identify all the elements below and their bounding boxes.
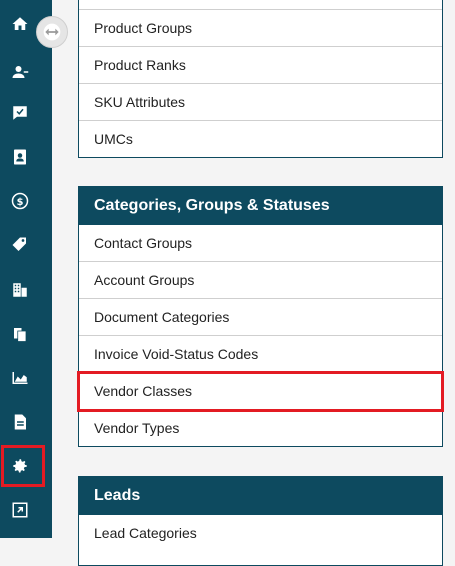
documents-icon[interactable] — [8, 322, 32, 346]
vendor-classes-highlight — [77, 371, 444, 412]
file-icon[interactable] — [8, 410, 32, 434]
list-item-vendor-types[interactable]: Vendor Types — [79, 410, 442, 447]
tasks-icon[interactable] — [8, 101, 32, 125]
collapse-toggle-button[interactable] — [36, 16, 68, 48]
collapse-toggle-icon — [43, 23, 61, 41]
list-item-product-ranks[interactable]: Product Ranks — [79, 47, 442, 84]
chart-icon[interactable] — [8, 366, 32, 390]
settings-highlight — [1, 445, 45, 487]
leads-card: Leads Lead Categories — [78, 476, 443, 566]
buildings-icon[interactable] — [8, 278, 32, 302]
list-item-invoice-void-status-codes[interactable]: Invoice Void-Status Codes — [79, 336, 442, 373]
list-item-account-groups[interactable]: Account Groups — [79, 262, 442, 299]
list-item-lead-categories[interactable]: Lead Categories — [79, 515, 442, 552]
dollar-icon[interactable]: $ — [8, 189, 32, 213]
svg-text:$: $ — [17, 197, 24, 208]
card-title: Categories, Groups & Statuses — [79, 187, 442, 225]
address-book-icon[interactable] — [8, 145, 32, 169]
list-item-product-groups[interactable]: Product Groups — [79, 10, 442, 47]
card-title: Leads — [79, 477, 442, 515]
contacts-icon[interactable] — [8, 60, 32, 84]
list-item-umcs[interactable]: UMCs — [79, 121, 442, 158]
list-item-document-categories[interactable]: Document Categories — [79, 299, 442, 336]
home-icon[interactable] — [8, 12, 32, 36]
list-item-sku-attributes[interactable]: SKU Attributes — [79, 84, 442, 121]
list-item — [79, 0, 442, 10]
products-card: Product Groups Product Ranks SKU Attribu… — [78, 0, 443, 158]
external-link-icon[interactable] — [8, 498, 32, 522]
list-item-contact-groups[interactable]: Contact Groups — [79, 225, 442, 262]
tags-icon[interactable] — [8, 233, 32, 257]
